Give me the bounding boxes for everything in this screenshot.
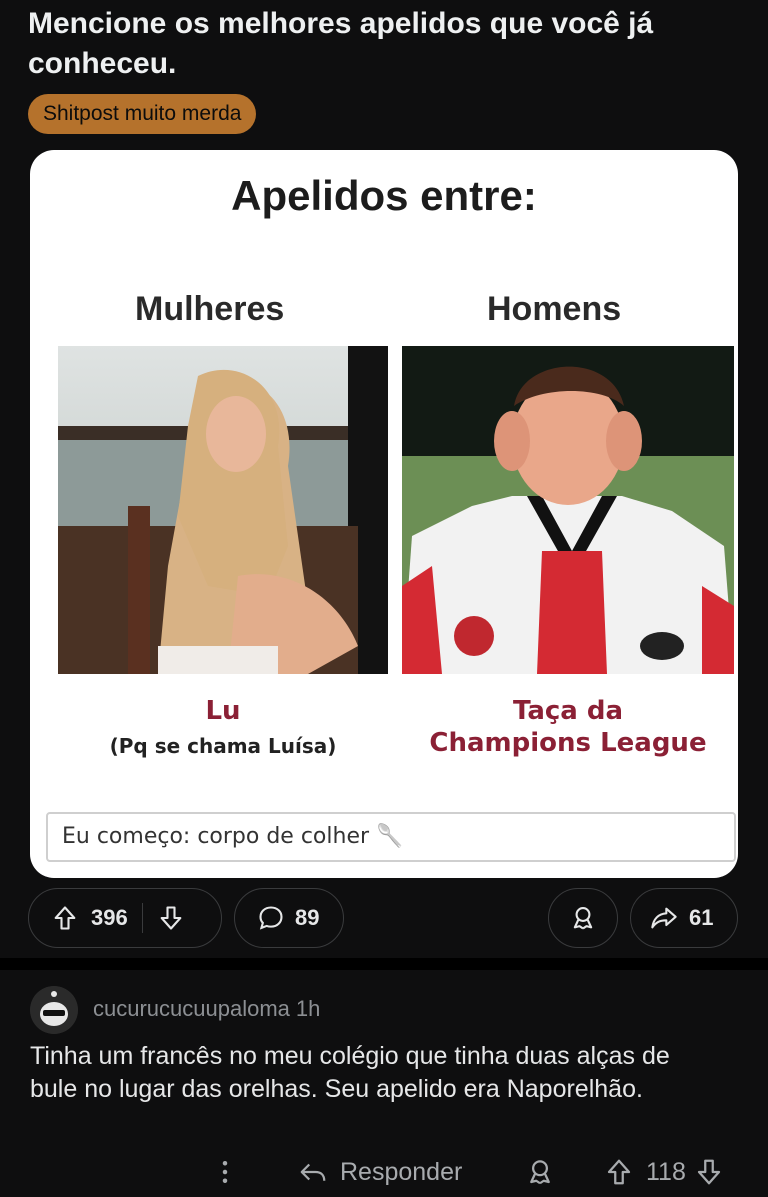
share-button[interactable]: 61 xyxy=(630,888,738,948)
left-nickname-note: (Pq se chama Luísa) xyxy=(109,734,337,758)
downvote-icon[interactable] xyxy=(694,1157,724,1187)
post-image[interactable]: Apelidos entre: Mulheres Homens Lu (Pq s… xyxy=(30,150,738,878)
upvote-icon[interactable] xyxy=(51,904,79,932)
avatar[interactable] xyxy=(30,986,78,1034)
comment-username[interactable]: cucurucucuupaloma xyxy=(93,996,290,1021)
comment-count: 89 xyxy=(295,905,320,930)
downvote-icon[interactable] xyxy=(157,904,185,932)
comment-icon xyxy=(257,904,285,932)
vote-bar: 396 xyxy=(28,888,222,948)
post-flair[interactable]: Shitpost muito merda xyxy=(28,94,257,134)
section-divider xyxy=(0,958,768,970)
post-title: Mencione os melhores apelidos que você j… xyxy=(28,7,654,80)
more-options-button[interactable] xyxy=(210,1152,240,1192)
reply-icon xyxy=(298,1157,328,1187)
award-button[interactable] xyxy=(548,888,618,948)
upvote-count: 396 xyxy=(91,905,128,930)
comment-vote-bar: 118 xyxy=(604,1152,724,1192)
reply-button[interactable]: Responder xyxy=(298,1152,462,1192)
boy-photo xyxy=(402,346,734,674)
comment-award-button[interactable] xyxy=(525,1152,555,1192)
comments-button[interactable]: 89 xyxy=(234,888,344,948)
comment-vote-count: 118 xyxy=(646,1157,686,1186)
award-icon xyxy=(569,904,597,932)
comment-time: 1h xyxy=(295,996,321,1021)
meme-right-header: Homens xyxy=(487,290,622,328)
meme-comment-box: Eu começo: corpo de colher 🥄 xyxy=(46,812,736,862)
reply-label: Responder xyxy=(340,1157,463,1186)
more-icon xyxy=(210,1157,240,1187)
comment-body: Tinha um francês no meu colégio que tinh… xyxy=(30,1042,670,1103)
meme-left-header: Mulheres xyxy=(135,290,285,328)
award-icon xyxy=(525,1157,555,1187)
meme-title: Apelidos entre: xyxy=(231,172,537,219)
comment-header: cucurucucuupaloma 1h xyxy=(93,996,320,1022)
share-count: 61 xyxy=(689,905,714,930)
right-nickname-line1: Taça da xyxy=(512,696,624,726)
right-nickname-line2: Champions League xyxy=(429,728,707,758)
left-nickname: Lu xyxy=(205,696,241,726)
woman-photo xyxy=(58,346,388,674)
upvote-icon[interactable] xyxy=(604,1157,634,1187)
share-icon xyxy=(649,904,679,932)
